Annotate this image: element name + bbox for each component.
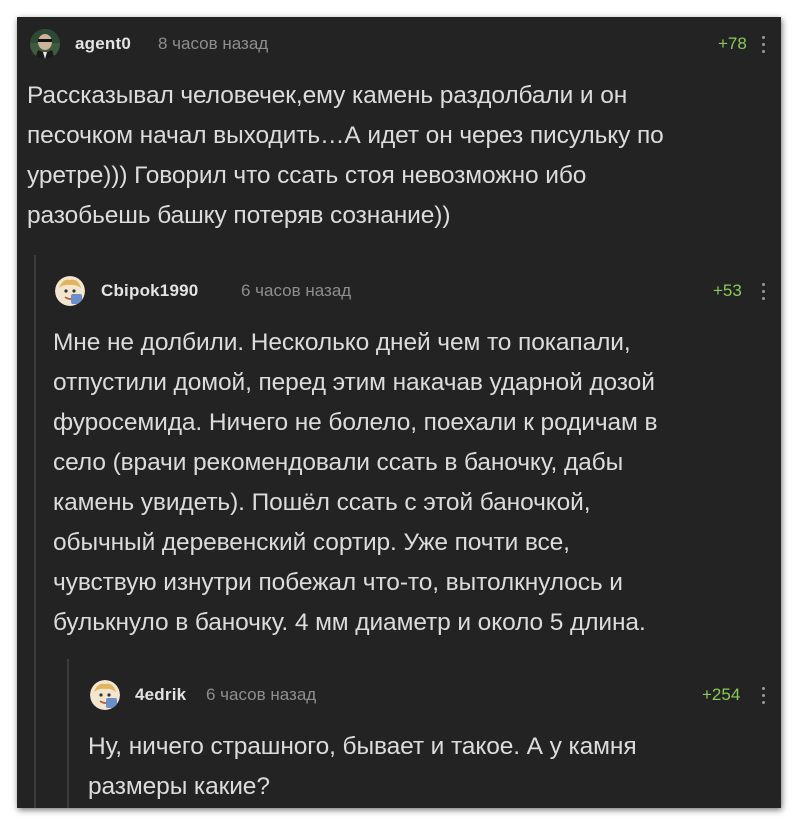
comment-text-line: село (врачи рекомендовали ссать в баночк… xyxy=(53,449,624,476)
comment-text-line: обычный деревенский сортир. Уже почти вс… xyxy=(53,529,570,556)
comment-header: agent0 8 часов назад +78 xyxy=(30,29,770,59)
comment-text-line: отпустили домой, перед этим накачав удар… xyxy=(53,369,655,396)
comment-username[interactable]: Cbipok1990 xyxy=(101,281,198,301)
comment-rating: +53 xyxy=(713,281,742,300)
comment-text: Рассказывал человечек,ему камень раздолб… xyxy=(27,76,772,236)
comment-text-line: Мне не долбили. Несколько дней чем то по… xyxy=(53,329,631,356)
comment-text-line: чувствую изнутри побежал что-то, вытолкн… xyxy=(53,569,623,596)
comment-header: 4edrik 6 часов назад +254 xyxy=(90,680,770,710)
comment-timestamp: 6 часов назад xyxy=(206,685,317,704)
comment-text-line: фуросемида. Ничего не болело, поехали к … xyxy=(53,409,658,436)
comment-text-line: размеры какие? xyxy=(88,773,270,800)
comment-timestamp: 8 часов назад xyxy=(158,34,269,53)
comment-text-line: камень увидеть). Пошёл ссать с этой бано… xyxy=(53,489,591,516)
comment-username[interactable]: agent0 xyxy=(75,34,131,54)
comments-thread: agent0 8 часов назад +78 Рассказывал чел… xyxy=(17,17,781,808)
cartoon-face-avatar-icon[interactable] xyxy=(90,680,120,710)
comment-text-line: песочком начал выходить…А идет он через … xyxy=(27,122,664,149)
comment-rating: +78 xyxy=(718,34,747,53)
comment-rating: +254 xyxy=(702,685,741,704)
comment-username[interactable]: 4edrik xyxy=(135,685,186,705)
comment-text: Мне не долбили. Несколько дней чем то по… xyxy=(53,323,771,643)
comment-text-line: разобьешь башку потеряв сознание)) xyxy=(27,202,451,229)
comment-text-line: Ну, ничего страшного, бывает и такое. А … xyxy=(88,733,637,760)
comment-text-line: уретре))) Говорил что ссать стоя невозмо… xyxy=(27,162,587,189)
comment-text-line: Рассказывал человечек,ему камень раздолб… xyxy=(27,82,628,109)
comment: Cbipok1990 6 часов назад +53 Мне не долб… xyxy=(53,276,770,636)
thread-branch-line[interactable] xyxy=(67,659,69,808)
agent-smith-avatar-icon[interactable] xyxy=(30,29,60,59)
comment-header: Cbipok1990 6 часов назад +53 xyxy=(55,276,770,306)
comment-timestamp: 6 часов назад xyxy=(241,281,352,300)
comment: agent0 8 часов назад +78 Рассказывал чел… xyxy=(27,29,770,229)
thread-branch-line[interactable] xyxy=(34,255,36,808)
more-options-icon[interactable] xyxy=(758,683,768,705)
comment-text-line: булькнуло в баночку. 4 мм диаметр и окол… xyxy=(53,609,646,636)
comment-text: Ну, ничего страшного, бывает и такое. А … xyxy=(88,727,770,807)
more-options-icon[interactable] xyxy=(758,32,768,54)
cartoon-face-avatar-icon[interactable] xyxy=(55,276,85,306)
more-options-icon[interactable] xyxy=(758,279,768,301)
comment: 4edrik 6 часов назад +254 Ну, ничего стр… xyxy=(88,680,770,800)
